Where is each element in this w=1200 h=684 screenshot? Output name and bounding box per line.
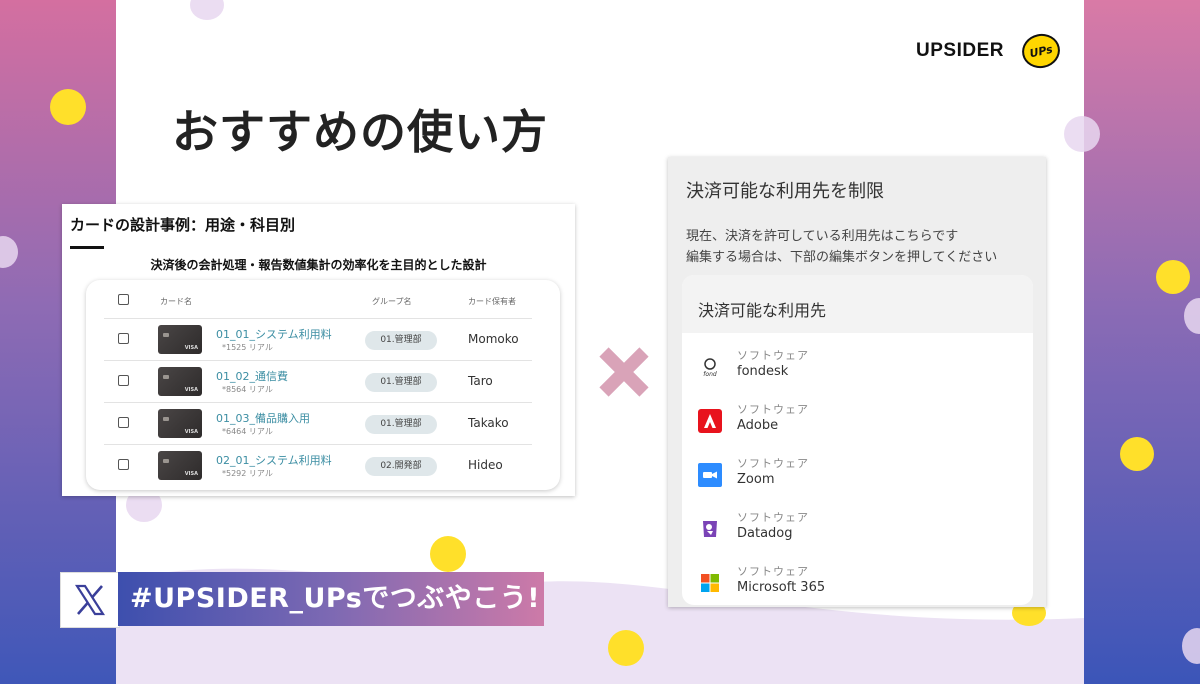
list-item[interactable]: ソフトウェア Adobe <box>682 393 1033 447</box>
list-title: 決済可能な利用先 <box>698 301 827 320</box>
group-badge: 01.管理部 <box>365 373 437 392</box>
card-name-link[interactable]: 01_02_通信費 <box>216 368 288 384</box>
table-row[interactable]: VISA 01_02_通信費 *8564 リアル 01.管理部 Taro <box>104 360 532 403</box>
hashtag-banner: #UPSIDER_UPsでつぶやこう! <box>118 572 544 626</box>
lavender-dot <box>1064 116 1100 152</box>
table-row[interactable]: VISA 02_01_システム利用料 *5292 リアル 02.開発部 Hide… <box>104 444 532 487</box>
panel-subtitle: 決済後の会計処理・報告数値集計の効率化を主目的とした設計 <box>150 258 487 272</box>
description-line: 編集する場合は、下部の編集ボタンを押してください <box>686 250 998 265</box>
card-name-link[interactable]: 02_01_システム利用料 <box>216 452 332 468</box>
panel-title: 決済可能な利用先を制限 <box>686 181 884 202</box>
column-header-group: グループ名 <box>372 297 412 306</box>
group-badge: 01.管理部 <box>365 415 437 434</box>
zoom-icon <box>698 463 722 487</box>
row-checkbox[interactable] <box>118 333 129 344</box>
svg-text:fond: fond <box>703 371 717 378</box>
service-category: ソフトウェア <box>737 349 809 362</box>
yellow-dot <box>608 630 644 666</box>
service-category: ソフトウェア <box>737 565 809 578</box>
fondesk-icon: fond <box>703 358 717 378</box>
brand-header: UPSIDER UPs <box>916 30 1064 72</box>
cross-icon <box>599 347 649 397</box>
row-checkbox[interactable] <box>118 459 129 470</box>
slide-title: おすすめの使い方 <box>172 105 548 159</box>
service-name: fondesk <box>737 364 789 379</box>
list-item[interactable]: ソフトウェア Microsoft 365 <box>682 555 1033 605</box>
list-item[interactable]: fond ソフトウェア fondesk <box>682 339 1033 393</box>
card-name-link[interactable]: 01_01_システム利用料 <box>216 326 332 342</box>
service-name: Microsoft 365 <box>737 580 826 595</box>
microsoft-icon <box>701 574 719 592</box>
card-design-example-panel: カードの設計事例：用途・科目別 決済後の会計処理・報告数値集計の効率化を主目的と… <box>62 204 575 496</box>
x-logo-icon <box>74 584 106 616</box>
service-name: Datadog <box>737 526 793 541</box>
card-thumbnail: VISA <box>158 325 202 354</box>
card-number: *5292 リアル <box>222 469 273 478</box>
row-checkbox[interactable] <box>118 417 129 428</box>
list-item[interactable]: ソフトウェア Datadog <box>682 501 1033 555</box>
service-name: Zoom <box>737 472 775 487</box>
card-number: *8564 リアル <box>222 385 273 394</box>
card-holder: Momoko <box>468 332 519 346</box>
card-thumbnail: VISA <box>158 367 202 396</box>
card-thumbnail: VISA <box>158 409 202 438</box>
right-gradient-edge <box>1084 0 1200 684</box>
adobe-icon <box>698 409 722 433</box>
ups-logo: UPs <box>1018 30 1064 72</box>
select-all-checkbox[interactable] <box>118 294 129 305</box>
yellow-dot <box>430 536 466 572</box>
yellow-dot <box>1156 260 1190 294</box>
service-category: ソフトウェア <box>737 403 809 416</box>
group-badge: 01.管理部 <box>365 331 437 350</box>
merchant-restriction-panel: 決済可能な利用先を制限 現在、決済を許可している利用先はこちらです 編集する場合… <box>668 157 1046 607</box>
card-holder: Takako <box>468 416 509 430</box>
list-item[interactable]: ソフトウェア Zoom <box>682 447 1033 501</box>
service-category: ソフトウェア <box>737 511 809 524</box>
allowed-merchants-list: 決済可能な利用先 fond ソフトウェア fondesk ソフトウェア Adob… <box>682 275 1033 605</box>
table-row[interactable]: VISA 01_01_システム利用料 *1525 リアル 01.管理部 Momo… <box>104 318 532 361</box>
panel-title: カードの設計事例：用途・科目別 <box>70 216 296 234</box>
card-table: カード名 グループ名 カード保有者 VISA 01_01_システム利用料 *15… <box>86 280 560 490</box>
card-holder: Taro <box>468 374 493 388</box>
group-badge: 02.開発部 <box>365 457 437 476</box>
description-line: 現在、決済を許可している利用先はこちらです <box>686 229 959 244</box>
card-name-link[interactable]: 01_03_備品購入用 <box>216 410 310 426</box>
service-name: Adobe <box>737 418 779 433</box>
list-header: 決済可能な利用先 <box>682 275 1033 333</box>
upsider-wordmark: UPSIDER <box>916 40 1004 61</box>
card-thumbnail: VISA <box>158 451 202 480</box>
card-number: *1525 リアル <box>222 343 273 352</box>
x-logo-box <box>60 572 120 628</box>
yellow-dot <box>1120 437 1154 471</box>
datadog-icon <box>703 521 717 537</box>
column-header-holder: カード保有者 <box>468 297 516 306</box>
table-row[interactable]: VISA 01_03_備品購入用 *6464 リアル 01.管理部 Takako <box>104 402 532 445</box>
row-checkbox[interactable] <box>118 375 129 386</box>
yellow-dot <box>50 89 86 125</box>
card-number: *6464 リアル <box>222 427 273 436</box>
column-header-card-name: カード名 <box>160 297 192 306</box>
service-category: ソフトウェア <box>737 457 809 470</box>
title-underline <box>70 246 104 249</box>
card-holder: Hideo <box>468 458 503 472</box>
